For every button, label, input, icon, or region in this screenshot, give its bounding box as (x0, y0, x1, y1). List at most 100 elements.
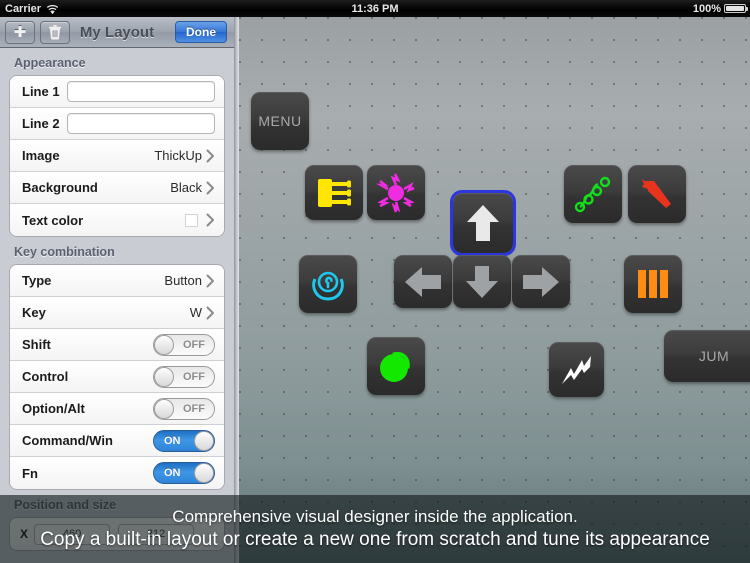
bug-icon (376, 172, 416, 213)
chip-icon (314, 175, 354, 211)
settings-row[interactable]: Line 2 (10, 108, 224, 140)
toggle-state-label: OFF (183, 402, 205, 415)
settings-scroll-view[interactable]: Appearance Line 1 Line 2 Image ThickUp Backgr… (0, 48, 234, 563)
key-orange-bars[interactable] (624, 255, 682, 313)
row-value: ThickUp (154, 148, 202, 163)
key-magenta-bug[interactable] (367, 165, 425, 220)
delete-button[interactable] (40, 20, 70, 44)
add-button[interactable]: ✚ (5, 20, 35, 44)
settings-row[interactable]: Type Button (10, 265, 224, 297)
settings-row[interactable]: Control OFF (10, 361, 224, 393)
toggle-knob (194, 430, 214, 451)
bomb-icon (638, 175, 676, 213)
key-label: JUM (698, 348, 730, 364)
row-label: Text color (22, 212, 84, 228)
key-white-spark[interactable] (549, 342, 604, 397)
chevron-right-icon (206, 213, 215, 227)
line-2-input[interactable] (67, 113, 215, 134)
trash-icon (49, 24, 61, 40)
plus-icon: ✚ (13, 23, 27, 41)
emblem-icon (309, 265, 347, 303)
navigation-bar: ✚ My Layout Done (0, 17, 234, 48)
chevron-right-icon (206, 149, 215, 163)
settings-group: Line 1 Line 2 Image ThickUp Background Black T… (9, 75, 225, 237)
settings-row[interactable]: Command/Win ON (10, 425, 224, 457)
row-label: Line 1 (22, 84, 60, 99)
key-arrow-left[interactable] (394, 255, 452, 308)
toggle-state-label: ON (164, 467, 181, 479)
fn-toggle[interactable]: ON (153, 462, 215, 484)
battery-full-icon (724, 4, 748, 13)
settings-row[interactable]: Text color (10, 204, 224, 236)
key-arrow-right[interactable] (512, 255, 570, 308)
status-bar-right: 100% (692, 2, 748, 15)
row-value: Black (170, 180, 202, 195)
layout-canvas[interactable]: MENU JUM (239, 17, 750, 563)
settings-row[interactable]: Line 1 (10, 76, 224, 108)
chevron-right-icon (206, 181, 215, 195)
row-value: W (189, 305, 202, 320)
row-label: Key (22, 305, 46, 320)
chevron-right-icon (206, 274, 215, 288)
settings-group: Type Button Key W Shift OFF Control OFF Option/A… (9, 264, 225, 490)
key-yellow-chip[interactable] (305, 165, 363, 220)
arrow-left-icon (403, 265, 443, 299)
chevron-right-icon (206, 306, 215, 320)
row-label: Line 2 (22, 116, 60, 131)
row-label: Option/Alt (22, 401, 85, 416)
battery-percent-label: 100% (692, 2, 721, 15)
key-arrow-up[interactable] (450, 190, 516, 256)
grenade-icon (377, 347, 415, 385)
toggle-state-label: OFF (183, 338, 205, 351)
option-alt-toggle[interactable]: OFF (153, 397, 215, 420)
sidebar-divider (234, 17, 239, 563)
toggle-knob (194, 463, 214, 483)
app-screen: Carrier 11:36 PM 100% MENU JUM ✚ My Layo… (0, 0, 750, 563)
key-green-grenade[interactable] (367, 337, 425, 395)
section-header: Key combination (14, 245, 115, 259)
key-red-bomb[interactable] (628, 165, 686, 223)
promo-subline: Copy a built-in layout or create a new o… (40, 529, 710, 550)
promo-headline: Comprehensive visual designer inside the… (172, 507, 578, 526)
settings-row[interactable]: Shift OFF (10, 329, 224, 361)
bars-icon (636, 269, 670, 299)
promo-overlay: Comprehensive visual designer inside the… (0, 495, 750, 563)
settings-row[interactable]: Background Black (10, 172, 224, 204)
row-label: Command/Win (22, 433, 113, 448)
toggle-knob (154, 366, 174, 387)
row-label: Control (22, 369, 69, 384)
chain-icon (574, 175, 612, 213)
status-bar: Carrier 11:36 PM 100% (0, 0, 750, 17)
key-menu[interactable]: MENU (251, 92, 309, 150)
control-toggle[interactable]: OFF (153, 365, 215, 388)
command-win-toggle[interactable]: ON (153, 429, 215, 452)
settings-row[interactable]: Image ThickUp (10, 140, 224, 172)
section-header: Appearance (14, 56, 86, 70)
row-label: Fn (22, 465, 38, 481)
row-label: Background (22, 180, 98, 195)
spark-icon (560, 354, 594, 386)
settings-row[interactable]: Option/Alt OFF (10, 393, 224, 425)
arrow-up-icon (464, 203, 502, 243)
key-cyan-emblem[interactable] (299, 255, 357, 313)
key-arrow-down[interactable] (453, 255, 511, 308)
row-label: Type (22, 273, 52, 288)
key-green-chain[interactable] (564, 165, 622, 223)
shift-toggle[interactable]: OFF (153, 333, 215, 356)
editor-sidebar: ✚ My Layout Done Appearance Line 1 Line 2 (0, 17, 234, 563)
key-label: MENU (258, 113, 302, 129)
color-swatch[interactable] (185, 213, 198, 227)
done-button[interactable]: Done (175, 21, 227, 43)
settings-row[interactable]: Fn ON (10, 457, 224, 489)
toggle-knob (154, 398, 174, 419)
line-1-input[interactable] (67, 81, 215, 102)
toggle-knob (154, 334, 174, 355)
toggle-state-label: ON (164, 434, 181, 447)
arrow-down-icon (463, 264, 501, 300)
arrow-right-icon (521, 265, 561, 299)
status-bar-time: 11:36 PM (351, 2, 399, 15)
settings-row[interactable]: Key W (10, 297, 224, 329)
row-label: Shift (22, 337, 51, 352)
toggle-state-label: OFF (183, 370, 205, 383)
key-jump[interactable]: JUM (664, 330, 750, 382)
